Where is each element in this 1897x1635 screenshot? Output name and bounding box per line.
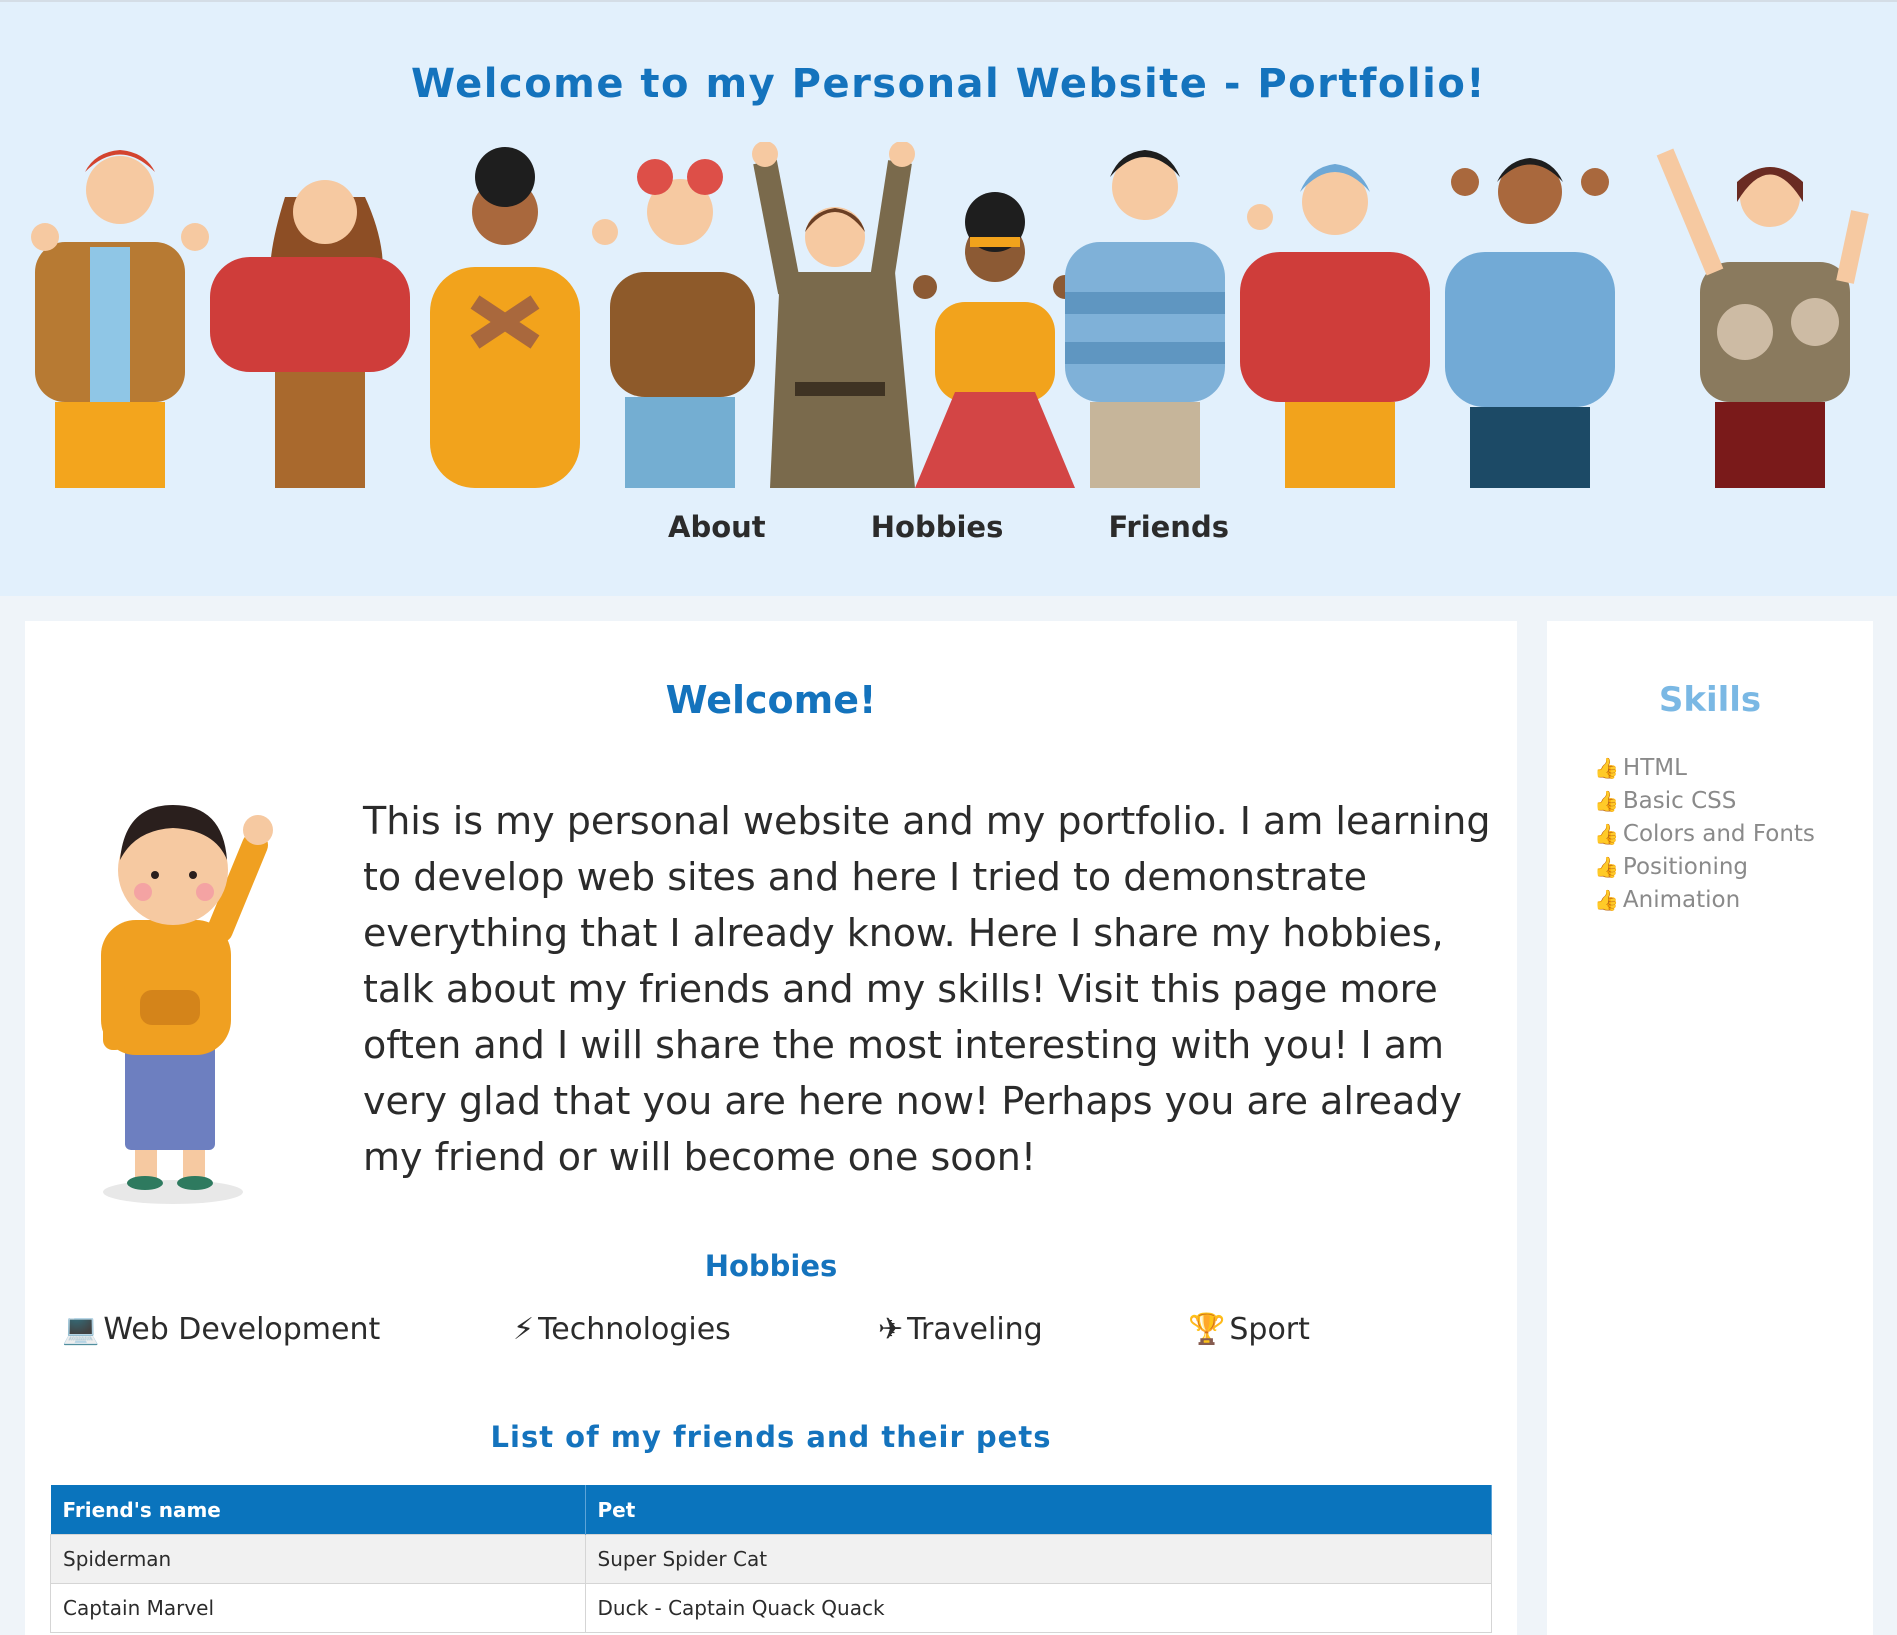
skill-item: 👍 Colors and Fonts bbox=[1594, 818, 1815, 851]
thumbs-up-icon: 👍 bbox=[1594, 888, 1619, 912]
person-figure bbox=[430, 147, 580, 488]
people-illustration bbox=[31, 142, 1869, 488]
skill-item: 👍 HTML bbox=[1594, 752, 1815, 785]
airplane-icon: ✈ bbox=[878, 1312, 904, 1347]
waving-boy-illustration bbox=[101, 805, 273, 1204]
skill-label: Colors and Fonts bbox=[1622, 821, 1815, 847]
skill-label: HTML bbox=[1622, 755, 1687, 781]
skill-label: Positioning bbox=[1622, 854, 1749, 880]
column-header-pet: Pet bbox=[585, 1485, 1492, 1535]
hobby-item: ⚡ Technologies bbox=[513, 1312, 731, 1347]
skill-item: 👍 Animation bbox=[1594, 884, 1815, 917]
nav-link-friends[interactable]: Friends bbox=[1108, 510, 1229, 544]
hobby-label: Web Development bbox=[103, 1312, 381, 1347]
laptop-icon: 💻 bbox=[62, 1312, 100, 1347]
table-header-row: Friend's name Pet bbox=[50, 1485, 1492, 1535]
hobbies-heading: Hobbies bbox=[704, 1249, 838, 1283]
thumbs-up-icon: 👍 bbox=[1594, 855, 1619, 879]
friend-name-cell: Captain Marvel bbox=[50, 1583, 586, 1633]
welcome-heading: Welcome! bbox=[665, 678, 877, 722]
person-figure bbox=[210, 180, 410, 488]
person-figure bbox=[1240, 164, 1430, 488]
hobby-item: 💻 Web Development bbox=[62, 1312, 380, 1347]
site-header: Welcome to my Personal Website - Portfol… bbox=[0, 0, 1897, 596]
thumbs-up-icon: 👍 bbox=[1594, 756, 1619, 780]
intro-paragraph: This is my personal website and my portf… bbox=[363, 799, 1491, 1179]
hobby-label: Traveling bbox=[907, 1312, 1043, 1347]
person-figure bbox=[592, 159, 755, 488]
table-row: Spiderman Super Spider Cat bbox=[50, 1534, 1492, 1584]
column-header-friend: Friend's name bbox=[50, 1485, 586, 1535]
person-figure bbox=[1445, 158, 1615, 488]
friends-heading: List of my friends and their pets bbox=[490, 1420, 1052, 1454]
skill-item: 👍 Basic CSS bbox=[1594, 785, 1815, 818]
table-row: Captain Marvel Duck - Captain Quack Quac… bbox=[50, 1583, 1492, 1633]
skills-heading: Skills bbox=[1658, 680, 1762, 720]
pet-cell: Super Spider Cat bbox=[584, 1534, 1492, 1584]
skill-label: Basic CSS bbox=[1622, 788, 1737, 814]
thumbs-up-icon: 👍 bbox=[1594, 822, 1619, 846]
hobby-item: ✈ Traveling bbox=[878, 1312, 1043, 1347]
pet-cell: Duck - Captain Quack Quack bbox=[584, 1583, 1492, 1633]
skill-label: Animation bbox=[1622, 887, 1741, 913]
friend-name-cell: Spiderman bbox=[50, 1534, 586, 1584]
person-figure bbox=[1065, 150, 1225, 488]
nav-link-about[interactable]: About bbox=[668, 510, 766, 544]
nav-link-hobbies[interactable]: Hobbies bbox=[871, 510, 1004, 544]
hobby-label: Technologies bbox=[538, 1312, 731, 1347]
hobby-label: Sport bbox=[1229, 1312, 1310, 1347]
skills-list: 👍 HTML 👍 Basic CSS 👍 Colors and Fonts 👍 Posi… bbox=[1594, 752, 1815, 917]
main-nav: About Hobbies Friends bbox=[0, 510, 1897, 544]
lightning-icon: ⚡ bbox=[513, 1312, 535, 1347]
person-figure bbox=[752, 142, 915, 488]
friends-table: Friend's name Pet Spiderman Super Spider… bbox=[50, 1485, 1492, 1633]
site-title: Welcome to my Personal Website - Portfol… bbox=[410, 61, 1487, 107]
person-figure bbox=[1656, 148, 1869, 488]
hobby-item: 🏆 Sport bbox=[1188, 1312, 1310, 1347]
person-figure bbox=[31, 150, 209, 488]
person-figure bbox=[913, 192, 1077, 488]
skill-item: 👍 Positioning bbox=[1594, 851, 1815, 884]
trophy-icon: 🏆 bbox=[1188, 1312, 1226, 1347]
thumbs-up-icon: 👍 bbox=[1594, 789, 1619, 813]
